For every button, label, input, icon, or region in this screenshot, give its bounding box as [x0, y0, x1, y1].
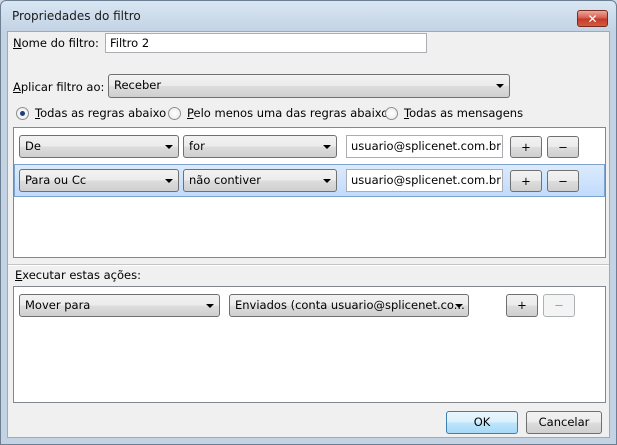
- filter-name-input[interactable]: Filtro 2: [105, 33, 427, 53]
- radio-any-rule-label[interactable]: Pelo menos uma das regras abaixo: [187, 106, 388, 120]
- radio-selected-dot: [20, 111, 25, 116]
- cancel-button[interactable]: Cancelar: [526, 411, 602, 434]
- action-type-value: Mover para: [25, 298, 91, 312]
- minus-icon: −: [554, 298, 564, 312]
- actions-label: Executar estas ações:: [15, 268, 141, 282]
- rule-operator-select[interactable]: for: [183, 135, 337, 158]
- plus-icon: +: [521, 174, 531, 188]
- chevron-down-icon: [165, 145, 173, 149]
- close-button[interactable]: ✕: [577, 10, 608, 27]
- filter-name-label: Nome do filtro:: [13, 36, 99, 50]
- add-rule-button[interactable]: +: [510, 136, 542, 158]
- minus-icon: −: [558, 140, 568, 154]
- dialog-title: Propriedades do filtro: [12, 9, 141, 23]
- rule-operator-select[interactable]: não contiver: [183, 169, 337, 192]
- radio-all-messages-label[interactable]: Todas as mensagens: [404, 106, 523, 120]
- action-type-select[interactable]: Mover para: [19, 294, 220, 317]
- rule-field-select[interactable]: De: [19, 135, 179, 158]
- rules-list[interactable]: De for usuario@splicenet.com.br + − Para…: [13, 127, 606, 258]
- remove-rule-button[interactable]: −: [547, 170, 579, 192]
- chevron-down-icon: [206, 304, 214, 308]
- section-divider: [8, 264, 609, 266]
- action-target-select[interactable]: Enviados (conta usuario@splicenet.co...: [229, 294, 469, 317]
- chevron-down-icon: [323, 179, 331, 183]
- action-target-value: Enviados (conta usuario@splicenet.co...: [235, 298, 465, 312]
- radio-any-rule[interactable]: [168, 107, 181, 120]
- filter-properties-dialog: Propriedades do filtro ✕ Nome do filtro:…: [0, 0, 617, 445]
- ok-button[interactable]: OK: [446, 411, 518, 434]
- chevron-down-icon: [323, 145, 331, 149]
- add-action-button[interactable]: +: [506, 294, 538, 317]
- radio-all-rules[interactable]: [16, 107, 29, 120]
- apply-filter-value: Receber: [114, 78, 162, 92]
- rule-field-value: De: [25, 139, 41, 153]
- radio-all-rules-label[interactable]: Todas as regras abaixo: [35, 106, 166, 120]
- apply-filter-select[interactable]: Receber: [108, 74, 510, 98]
- dialog-client-area: Nome do filtro: Filtro 2 Aplicar filtro …: [7, 31, 610, 438]
- plus-icon: +: [521, 140, 531, 154]
- actions-list[interactable]: Mover para Enviados (conta usuario@splic…: [13, 286, 606, 403]
- chevron-down-icon: [455, 304, 463, 308]
- apply-filter-label: Aplicar filtro ao:: [13, 80, 105, 94]
- add-rule-button[interactable]: +: [510, 170, 542, 192]
- rule-value-input[interactable]: usuario@splicenet.com.br: [346, 135, 503, 158]
- rule-field-select[interactable]: Para ou Cc: [19, 169, 179, 192]
- close-icon: ✕: [587, 12, 598, 26]
- rule-value-input[interactable]: usuario@splicenet.com.br: [346, 169, 503, 192]
- remove-action-button[interactable]: −: [543, 294, 575, 317]
- radio-all-messages[interactable]: [385, 107, 398, 120]
- title-bar[interactable]: Propriedades do filtro ✕: [1, 1, 616, 31]
- chevron-down-icon: [496, 84, 504, 88]
- chevron-down-icon: [165, 179, 173, 183]
- rule-operator-value: não contiver: [189, 173, 261, 187]
- rule-operator-value: for: [189, 139, 205, 153]
- plus-icon: +: [517, 298, 527, 312]
- remove-rule-button[interactable]: −: [547, 136, 579, 158]
- rule-field-value: Para ou Cc: [25, 173, 87, 187]
- minus-icon: −: [558, 174, 568, 188]
